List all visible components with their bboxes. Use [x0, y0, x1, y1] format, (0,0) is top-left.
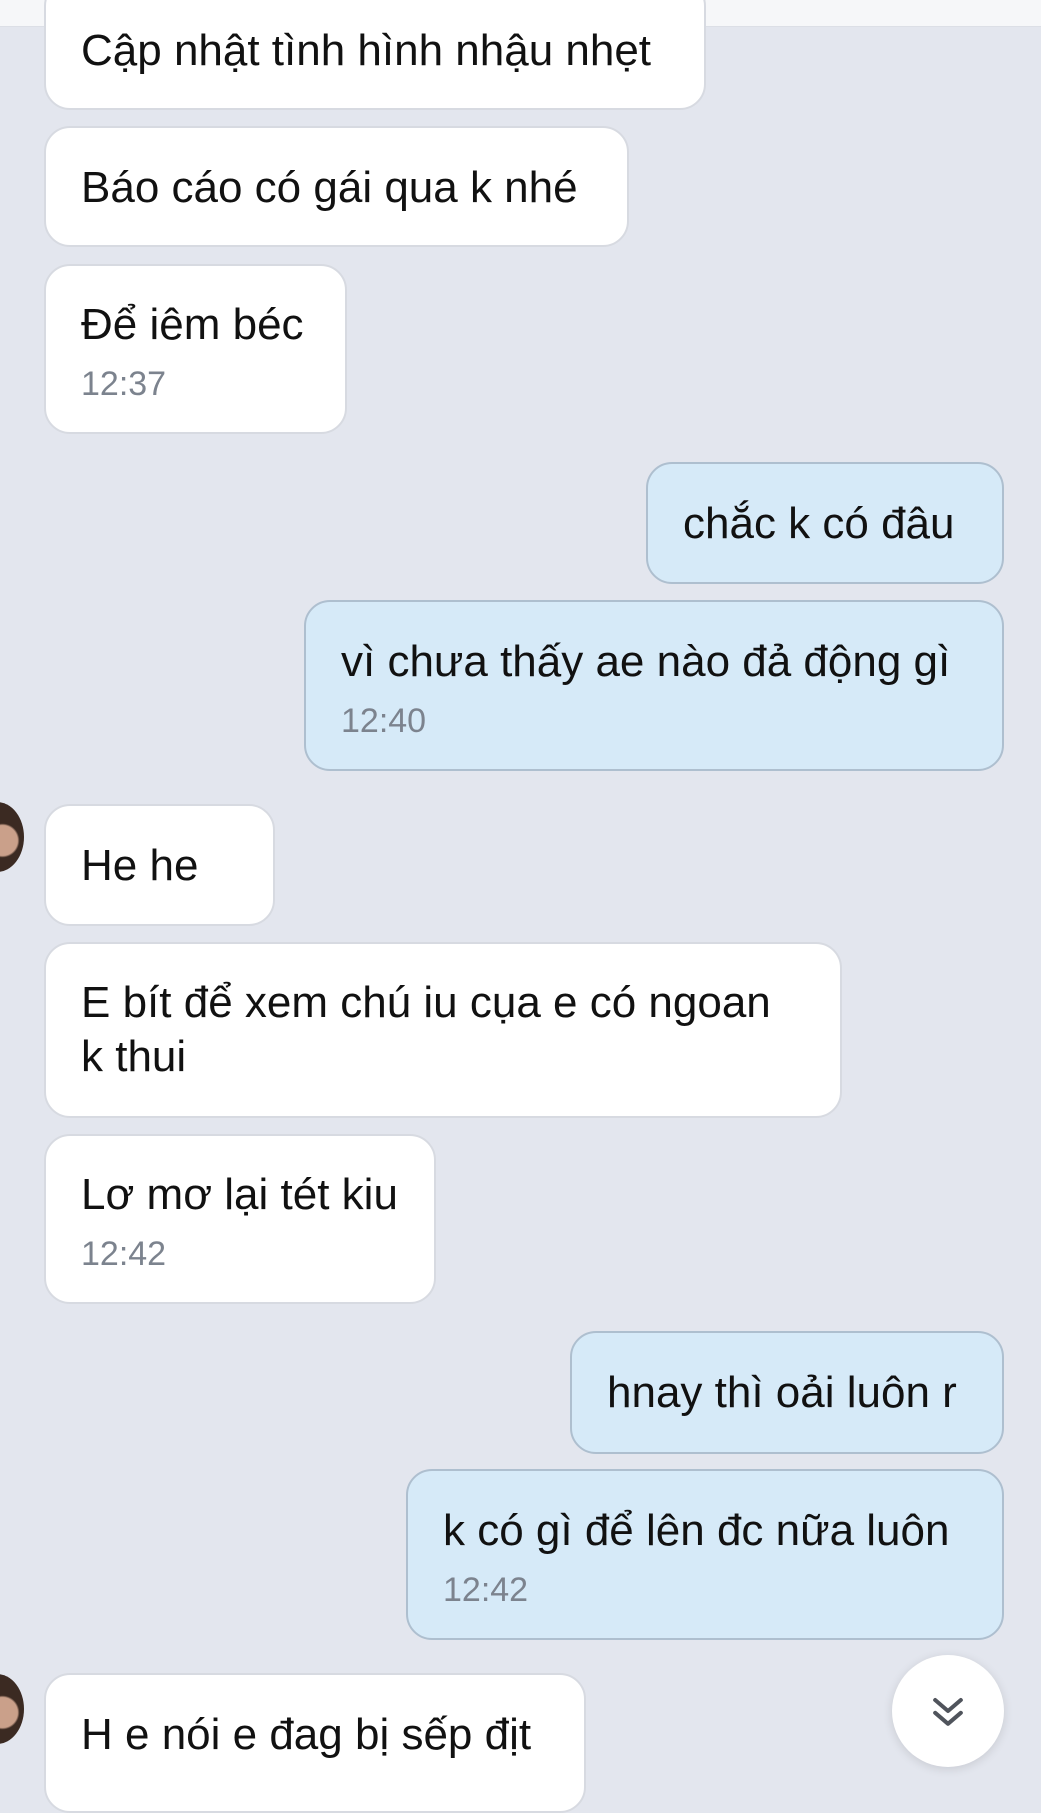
incoming-message[interactable]: H e nói e đag bị sếp địt	[44, 1673, 586, 1813]
incoming-message[interactable]: Lơ mơ lại tét kiu 12:42	[44, 1134, 436, 1304]
message-text: chắc k có đâu	[683, 499, 955, 548]
incoming-message[interactable]: He he	[44, 804, 275, 926]
outgoing-message[interactable]: k có gì để lên đc nữa luôn 12:42	[406, 1469, 1004, 1640]
message-time: 12:42	[443, 1571, 529, 1609]
message-text: Lơ mơ lại tét kiu	[81, 1170, 398, 1219]
message-text: H e nói e đag bị sếp địt	[81, 1710, 532, 1759]
message-time: 12:37	[81, 365, 167, 403]
outgoing-message[interactable]: chắc k có đâu	[646, 462, 1004, 584]
outgoing-message[interactable]: hnay thì oải luôn r	[570, 1331, 1004, 1454]
message-text: E bít để xem chú iu cụa e có ngoan k thu…	[81, 978, 771, 1081]
incoming-message[interactable]: Để iêm béc 12:37	[44, 264, 347, 434]
avatar[interactable]	[0, 1674, 24, 1744]
incoming-message[interactable]: E bít để xem chú iu cụa e có ngoan k thu…	[44, 942, 842, 1118]
incoming-message[interactable]: Cập nhật tình hình nhậu nhẹt	[44, 0, 706, 110]
message-text: Cập nhật tình hình nhậu nhẹt	[81, 26, 652, 75]
message-text: Để iêm béc	[81, 300, 304, 349]
message-text: Báo cáo có gái qua k nhé	[81, 163, 578, 212]
scroll-to-bottom-button[interactable]	[892, 1655, 1004, 1767]
double-chevron-down-icon	[933, 1697, 963, 1726]
avatar[interactable]	[0, 802, 24, 872]
message-list[interactable]: Cập nhật tình hình nhậu nhẹt Báo cáo có …	[0, 0, 1041, 1813]
message-time: 12:40	[341, 702, 427, 740]
outgoing-message[interactable]: vì chưa thấy ae nào đả động gì 12:40	[304, 600, 1004, 771]
incoming-message[interactable]: Báo cáo có gái qua k nhé	[44, 126, 629, 247]
message-text: vì chưa thấy ae nào đả động gì	[341, 637, 951, 686]
message-text: He he	[81, 841, 199, 890]
message-text: k có gì để lên đc nữa luôn	[443, 1506, 950, 1555]
message-time: 12:42	[81, 1235, 167, 1273]
message-text: hnay thì oải luôn r	[607, 1368, 957, 1417]
